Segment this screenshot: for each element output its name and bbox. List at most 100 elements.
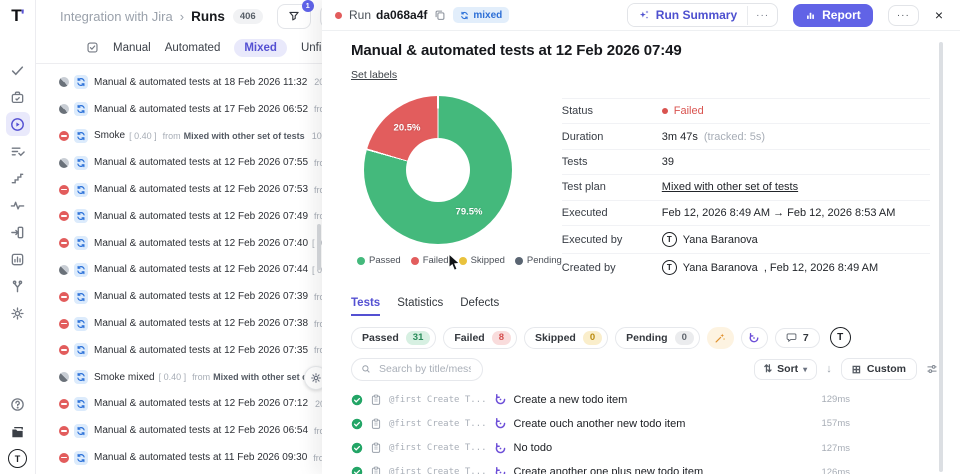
- test-result-row[interactable]: @first Create T...No todo127ms: [351, 436, 942, 460]
- custom-columns-button[interactable]: ⊞ Custom: [841, 358, 917, 380]
- user-avatar[interactable]: T: [8, 449, 27, 468]
- test-suite-path: @first Create T...: [389, 395, 487, 405]
- tests-search-input[interactable]: [377, 362, 473, 376]
- panel-tab-statistics[interactable]: Statistics: [397, 297, 443, 316]
- comments-chip[interactable]: 7: [775, 328, 820, 348]
- legend-item-passed[interactable]: Passed: [357, 255, 401, 266]
- tab-manual[interactable]: Manual: [113, 42, 151, 54]
- detail-label: Executed by: [562, 234, 662, 246]
- run-duration-tag: [ 0.40 ]: [129, 131, 157, 141]
- run-summary-button[interactable]: Run Summary: [628, 4, 747, 26]
- sort-direction-icon[interactable]: ↓: [826, 363, 832, 375]
- run-summary-more-icon[interactable]: ···: [747, 6, 777, 25]
- test-result-row[interactable]: @first Create T...Create another one plu…: [351, 460, 942, 474]
- sync-icon: [460, 11, 469, 20]
- detail-label: Status: [562, 105, 662, 117]
- filter-chip-skipped[interactable]: Skipped0: [524, 327, 608, 349]
- test-result-row[interactable]: @first Create T...Create a new todo item…: [351, 388, 942, 412]
- more-actions-icon[interactable]: ···: [888, 5, 919, 26]
- magic-wand-chip[interactable]: [707, 327, 734, 349]
- filter-chip-pending[interactable]: Pending0: [615, 327, 700, 349]
- tab-mixed[interactable]: Mixed: [234, 39, 287, 57]
- detail-label: Created by: [562, 262, 662, 274]
- detail-value: 3m 47s(tracked: 5s): [662, 131, 765, 143]
- detail-value: Mixed with other set of tests: [662, 181, 798, 193]
- run-from-label: from: [163, 131, 181, 141]
- tab-automated[interactable]: Automated: [165, 42, 221, 54]
- docs-icon[interactable]: [7, 421, 29, 443]
- detail-row: Test planMixed with other set of tests: [562, 174, 930, 199]
- run-status-icon: [59, 211, 69, 221]
- run-status-icon: [59, 131, 69, 141]
- clipboard-icon: [370, 466, 382, 474]
- sidebar-settings-icon[interactable]: [6, 301, 30, 325]
- sync-icon: [76, 345, 86, 355]
- legend-label: Pending: [527, 255, 562, 266]
- sync-icon: [76, 104, 86, 114]
- filter-button[interactable]: 1: [277, 4, 311, 29]
- assignee-avatar[interactable]: T: [830, 327, 851, 348]
- set-labels-link[interactable]: Set labels: [351, 69, 397, 81]
- status-text: Failed: [674, 105, 704, 117]
- run-status-icon: [59, 453, 69, 463]
- automation-icon: [748, 332, 760, 344]
- legend-label: Failed: [423, 255, 449, 266]
- detail-label: Test plan: [562, 181, 662, 193]
- sidebar-import-icon[interactable]: [6, 220, 30, 244]
- runs-scrollbar[interactable]: [317, 224, 321, 270]
- person-name: Yana Baranova: [683, 262, 758, 274]
- mixed-run-icon: [74, 129, 88, 143]
- filter-chip-failed[interactable]: Failed8: [443, 327, 517, 349]
- sidebar-plans-icon[interactable]: [6, 139, 30, 163]
- copy-icon[interactable]: [434, 9, 446, 21]
- detail-label: Duration: [562, 131, 662, 143]
- tests-search-field[interactable]: [351, 358, 483, 381]
- panel-tab-tests[interactable]: Tests: [351, 297, 380, 316]
- sidebar-runs-icon[interactable]: [6, 112, 30, 136]
- clipboard-icon: [370, 418, 382, 430]
- legend-item-failed[interactable]: Failed: [411, 255, 449, 266]
- panel-body: Manual & automated tests at 12 Feb 2026 …: [322, 31, 960, 474]
- help-icon[interactable]: [7, 393, 29, 415]
- panel-scrollbar[interactable]: [939, 42, 943, 472]
- report-button[interactable]: Report: [793, 4, 873, 27]
- sidebar-projects-icon[interactable]: [6, 85, 30, 109]
- view-options-icon[interactable]: [926, 363, 938, 375]
- test-plan-link[interactable]: Mixed with other set of tests: [662, 181, 798, 193]
- sidebar-pulse-icon[interactable]: [6, 193, 30, 217]
- sidebar-reports-icon[interactable]: [6, 247, 30, 271]
- filter-chip-passed[interactable]: Passed31: [351, 327, 436, 349]
- select-all-icon[interactable]: [86, 41, 99, 54]
- sidebar-checks-icon[interactable]: [6, 58, 30, 82]
- run-summary-group: Run Summary ···: [627, 3, 778, 27]
- logo-letter: T: [11, 6, 20, 25]
- person-avatar: T: [662, 232, 677, 247]
- run-title: Manual & automated tests at 12 Feb 2026 …: [94, 291, 308, 302]
- automation-icon: [494, 442, 507, 455]
- grid-icon: ⊞: [852, 363, 861, 376]
- clipboard-icon: [370, 442, 382, 454]
- breadcrumb-parent[interactable]: Integration with Jira: [60, 9, 173, 24]
- legend-item-pending[interactable]: Pending: [515, 255, 562, 266]
- gear-icon: [310, 372, 322, 384]
- chip-count: 0: [675, 331, 694, 345]
- run-title: Manual & automated tests at 12 Feb 2026 …: [94, 345, 308, 356]
- sidebar-branches-icon[interactable]: [6, 274, 30, 298]
- automation-icon: [494, 417, 507, 430]
- chip-label: Passed: [362, 332, 399, 344]
- app-logo[interactable]: T': [11, 6, 23, 26]
- panel-tab-defects[interactable]: Defects: [460, 297, 499, 316]
- test-result-row[interactable]: @first Create T...Create ouch another ne…: [351, 412, 942, 436]
- panel-tabs: Tests Statistics Defects: [351, 297, 942, 316]
- custom-label: Custom: [867, 363, 906, 375]
- detail-value: TYana Baranova: [662, 232, 758, 247]
- automated-filter-chip[interactable]: [741, 327, 768, 349]
- close-icon[interactable]: ×: [931, 7, 947, 23]
- sort-button[interactable]: ⇅ Sort ▾: [754, 359, 817, 380]
- automation-icon: [494, 442, 507, 455]
- clipboard-icon: [370, 394, 382, 406]
- sidebar-steps-icon[interactable]: [6, 166, 30, 190]
- legend-item-skipped[interactable]: Skipped: [459, 255, 505, 266]
- test-title: Create another one plus new todo item: [514, 466, 704, 474]
- test-duration: 126ms: [821, 467, 850, 474]
